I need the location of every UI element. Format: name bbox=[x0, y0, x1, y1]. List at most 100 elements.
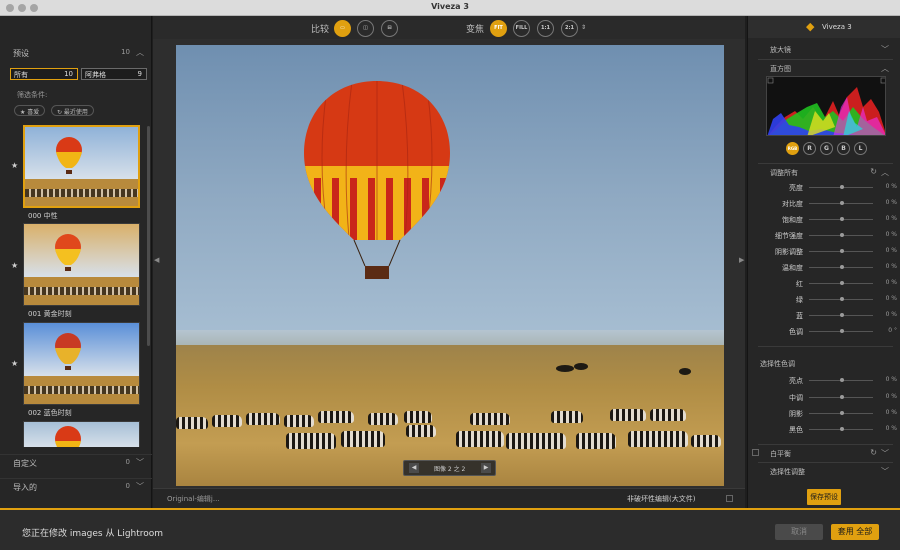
slider-red[interactable]: 红 0 % bbox=[748, 276, 900, 292]
slider-green[interactable]: 绿 0 % bbox=[748, 292, 900, 308]
chevron-down-icon[interactable]: ﹀ bbox=[136, 481, 144, 492]
chevron-up-icon[interactable]: ︿ bbox=[136, 47, 144, 58]
slider-knob[interactable] bbox=[840, 329, 844, 333]
slider-blacks[interactable]: 黑色 0 % bbox=[748, 422, 900, 438]
histogram-g-button[interactable]: G bbox=[820, 142, 833, 155]
zoom-1-1-button[interactable]: 1:1 bbox=[537, 20, 554, 37]
slider-hue[interactable]: 色调 0 ° bbox=[748, 324, 900, 340]
filter-label: 阿弗格 bbox=[85, 71, 106, 79]
presets-header[interactable]: 预设 10 ︿ bbox=[0, 45, 152, 61]
slider-knob[interactable] bbox=[840, 281, 844, 285]
slider-midtones[interactable]: 中调 0 % bbox=[748, 390, 900, 406]
zoom-2-1-button[interactable]: 2:1 bbox=[561, 20, 578, 37]
apply-all-button[interactable]: 套用 全部 bbox=[831, 524, 879, 540]
hot-air-balloon-icon bbox=[304, 81, 450, 279]
next-image-icon[interactable]: ▶ bbox=[481, 463, 491, 473]
chevron-down-icon[interactable]: ﹀ bbox=[881, 448, 889, 459]
slider-tone-shadows[interactable]: 阴影 0 % bbox=[748, 406, 900, 422]
presets-label: 预设 bbox=[13, 49, 29, 58]
slider-knob[interactable] bbox=[840, 297, 844, 301]
slider-knob[interactable] bbox=[840, 201, 844, 205]
slider-brightness[interactable]: 亮度 0 % bbox=[748, 180, 900, 196]
side-by-side-icon[interactable]: ⊟ bbox=[381, 20, 398, 37]
save-preset-button[interactable]: 保存预设 bbox=[807, 489, 841, 505]
histogram-b-button[interactable]: B bbox=[837, 142, 850, 155]
divider bbox=[758, 59, 893, 60]
slider-blue[interactable]: 蓝 0 % bbox=[748, 308, 900, 324]
white-balance-header[interactable]: 白平衡 ↻ ﹀ bbox=[748, 447, 900, 461]
slider-knob[interactable] bbox=[840, 249, 844, 253]
collapse-right-icon[interactable]: ▶ bbox=[739, 256, 745, 272]
collapse-left-icon[interactable]: ◀ bbox=[154, 256, 160, 272]
slider-knob[interactable] bbox=[840, 378, 844, 382]
chevron-down-icon[interactable]: ﹀ bbox=[136, 457, 144, 468]
selective-adjust-header[interactable]: 选择性调整 ﹀ bbox=[748, 465, 900, 479]
custom-header[interactable]: 自定义 0 ﹀ bbox=[0, 454, 152, 470]
white-balance-checkbox[interactable] bbox=[752, 449, 759, 456]
slider-knob[interactable] bbox=[840, 313, 844, 317]
chevron-up-icon[interactable]: ︿ bbox=[881, 63, 889, 74]
divider bbox=[758, 444, 893, 445]
histogram-header[interactable]: 直方图 ︿ bbox=[748, 62, 900, 76]
preset-thumbnail[interactable] bbox=[23, 322, 140, 405]
presets-scrollbar[interactable] bbox=[147, 126, 150, 346]
chevron-up-icon[interactable]: ︿ bbox=[881, 167, 889, 178]
slider-value: 0 % bbox=[885, 425, 897, 432]
chevron-down-icon[interactable]: ﹀ bbox=[881, 466, 889, 477]
zoom-fit-button[interactable]: FIT bbox=[490, 20, 507, 37]
recent-chip[interactable]: ↻ 最近使用 bbox=[51, 105, 94, 116]
filter-label: 所有 bbox=[14, 71, 28, 79]
histogram-r-button[interactable]: R bbox=[803, 142, 816, 155]
preset-thumbnail[interactable] bbox=[23, 223, 140, 306]
slider-knob[interactable] bbox=[840, 233, 844, 237]
balloon-icon bbox=[55, 426, 81, 447]
slider-structure[interactable]: 细节强度 0 % bbox=[748, 228, 900, 244]
histogram-rgb-button[interactable]: RGB bbox=[786, 142, 799, 155]
image-tree bbox=[574, 363, 588, 370]
reset-icon[interactable]: ↻ bbox=[870, 448, 877, 457]
slider-highlights[interactable]: 亮点 0 % bbox=[748, 373, 900, 389]
edit-mode-label: 非破坏性编辑(大文件) bbox=[627, 495, 696, 503]
edit-mode-checkbox[interactable] bbox=[726, 495, 733, 502]
reset-icon[interactable]: ↻ bbox=[870, 167, 877, 176]
slider-label: 对比度 bbox=[782, 200, 803, 208]
favorites-chip[interactable]: ★ 喜爱 bbox=[14, 105, 46, 116]
adjust-all-header[interactable]: 调整所有 ↻ ︿ bbox=[748, 166, 900, 180]
slider-label: 色调 bbox=[789, 328, 803, 336]
cancel-button[interactable]: 取消 bbox=[775, 524, 823, 540]
slider-knob[interactable] bbox=[840, 185, 844, 189]
filter-all[interactable]: 所有 10 bbox=[10, 68, 78, 80]
loupe-header[interactable]: 放大镜 ﹀ bbox=[748, 43, 900, 57]
slider-knob[interactable] bbox=[840, 395, 844, 399]
brand-header: ◆ Viveza 3 bbox=[748, 16, 900, 38]
slider-knob[interactable] bbox=[840, 217, 844, 221]
slider-knob[interactable] bbox=[840, 265, 844, 269]
selective-tone-header[interactable]: 选择性色调 bbox=[748, 357, 900, 371]
filter-afg[interactable]: 阿弗格 9 bbox=[81, 68, 147, 80]
filter-count: 10 bbox=[64, 70, 73, 78]
slider-saturation[interactable]: 饱和度 0 % bbox=[748, 212, 900, 228]
preset-thumbnail[interactable] bbox=[23, 125, 140, 208]
favorite-star-icon[interactable]: ★ bbox=[11, 161, 18, 170]
single-view-icon[interactable]: ▭ bbox=[334, 20, 351, 37]
custom-label: 自定义 bbox=[13, 459, 37, 468]
previous-image-icon[interactable]: ◀ bbox=[409, 463, 419, 473]
favorite-star-icon[interactable]: ★ bbox=[11, 261, 18, 270]
preset-thumbnail[interactable] bbox=[23, 421, 140, 447]
slider-shadows[interactable]: 阴影调整 0 % bbox=[748, 244, 900, 260]
slider-contrast[interactable]: 对比度 0 % bbox=[748, 196, 900, 212]
preview-image[interactable] bbox=[176, 45, 724, 486]
preset-name: 000 中性 bbox=[28, 212, 58, 220]
slider-knob[interactable] bbox=[840, 411, 844, 415]
split-view-icon[interactable]: ◫ bbox=[357, 20, 374, 37]
favorite-star-icon[interactable]: ★ bbox=[11, 359, 18, 368]
slider-warmth[interactable]: 温和度 0 % bbox=[748, 260, 900, 276]
zoom-stepper-icon[interactable]: ⇕ bbox=[581, 24, 586, 31]
zoom-fill-button[interactable]: FILL bbox=[513, 20, 530, 37]
slider-knob[interactable] bbox=[840, 427, 844, 431]
slider-label: 亮点 bbox=[789, 377, 803, 385]
brand-name: Viveza 3 bbox=[822, 23, 852, 31]
histogram-l-button[interactable]: L bbox=[854, 142, 867, 155]
imported-header[interactable]: 导入的 0 ﹀ bbox=[0, 478, 152, 494]
chevron-down-icon[interactable]: ﹀ bbox=[881, 44, 889, 55]
